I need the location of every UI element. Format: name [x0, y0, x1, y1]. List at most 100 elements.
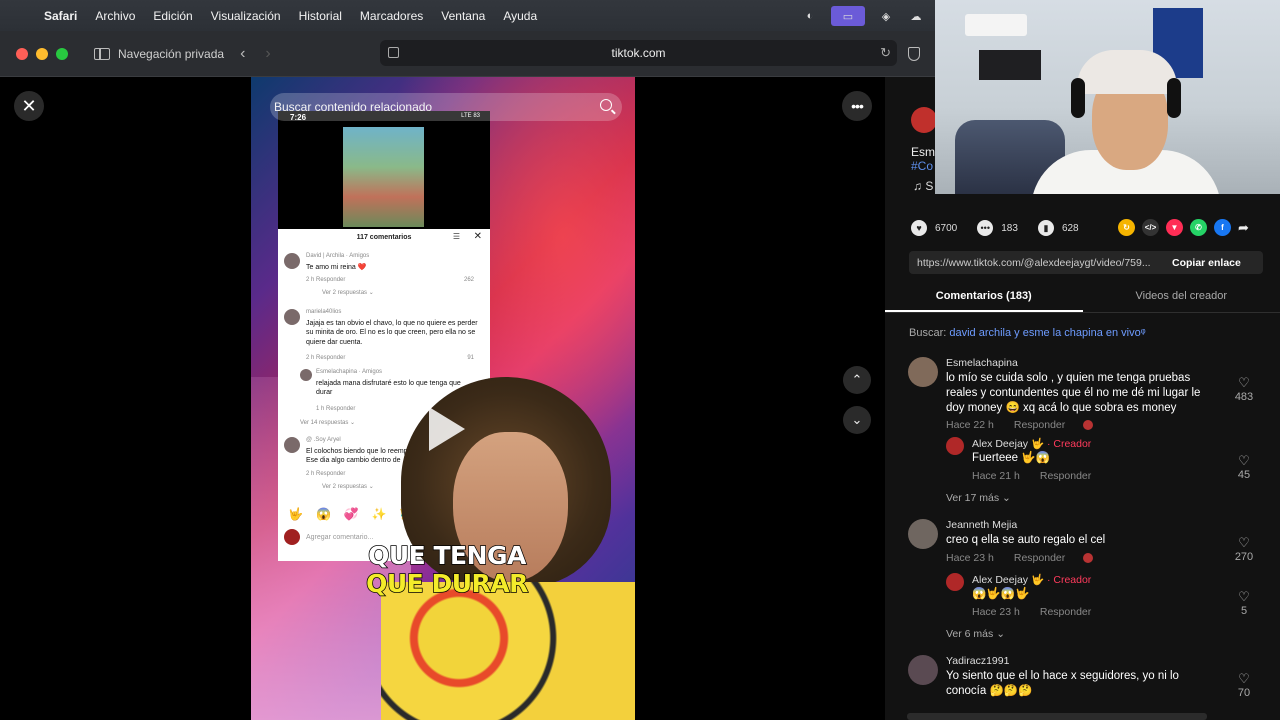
- comment-like-count: 70: [1237, 687, 1251, 699]
- likes-count: 6700: [935, 222, 958, 234]
- embed-icon[interactable]: </>: [1142, 219, 1159, 236]
- play-icon[interactable]: [429, 407, 465, 451]
- window-controls: [16, 47, 68, 60]
- description-hashtag[interactable]: #Co: [911, 159, 933, 173]
- more-options-button[interactable]: •••: [842, 91, 872, 121]
- address-bar[interactable]: tiktok.com ↻: [380, 40, 897, 66]
- search-icon[interactable]: [600, 99, 612, 111]
- heart-icon[interactable]: ♥: [911, 220, 927, 236]
- whatsapp-icon[interactable]: ✆: [1190, 219, 1207, 236]
- bookmark-icon[interactable]: ▮: [1037, 220, 1054, 236]
- comment-author[interactable]: Alex Deejay 🤟 · Creador: [972, 573, 1091, 586]
- network-icon[interactable]: ◈: [877, 7, 895, 25]
- back-button[interactable]: ‹: [240, 45, 245, 63]
- phone-comment: mariela40lios Jajaja es tan obvio el cha…: [284, 309, 484, 369]
- comment-like[interactable]: ♡ 5: [1232, 589, 1256, 617]
- send-icon[interactable]: ▼: [1166, 219, 1183, 236]
- comment-like[interactable]: ♡ 483: [1232, 375, 1256, 403]
- phone-emoji-row: 🤟 😱 💞 ✨ 👑: [288, 507, 415, 521]
- avatar[interactable]: [908, 519, 938, 549]
- tab-creator-videos[interactable]: Videos del creador: [1083, 283, 1280, 312]
- reply-button[interactable]: Responder: [1040, 606, 1091, 618]
- caption-line-2: QUE DURAR: [365, 569, 529, 599]
- video-frame[interactable]: 7:26 LTE 83 117 comentarios ☰ ✕ David | …: [251, 77, 635, 720]
- menu-safari[interactable]: Safari: [44, 9, 77, 23]
- phone-comment-meta: 2 h Responder: [306, 277, 346, 283]
- privacy-report-icon[interactable]: [908, 47, 920, 61]
- reply-button[interactable]: Responder: [1014, 552, 1065, 564]
- menu-ventana[interactable]: Ventana: [441, 9, 485, 23]
- address-text: tiktok.com: [611, 46, 666, 60]
- browser-toolbar: Navegación privada ‹ › tiktok.com ↻: [0, 31, 935, 77]
- air-conditioner: [965, 14, 1027, 36]
- page-menu-icon[interactable]: [388, 47, 399, 58]
- share-row: ↻ </> ▼ ✆ f ➦: [1118, 219, 1249, 236]
- zoom-window-button[interactable]: [56, 47, 68, 60]
- tab-comments[interactable]: Comentarios (183): [885, 283, 1083, 312]
- facebook-icon[interactable]: f: [1214, 219, 1231, 236]
- view-more-replies-button[interactable]: Ver 6 más ⌄: [946, 628, 1005, 640]
- cloud-icon[interactable]: ☁: [907, 7, 925, 25]
- previous-video-button[interactable]: ⌃: [843, 366, 871, 394]
- video-link[interactable]: https://www.tiktok.com/@alexdeejaygt/vid…: [917, 257, 1160, 269]
- menu-archivo[interactable]: Archivo: [95, 9, 135, 23]
- share-arrow-icon[interactable]: ➦: [1238, 220, 1249, 236]
- status-globe-icon[interactable]: ◐: [801, 7, 819, 25]
- menu-marcadores[interactable]: Marcadores: [360, 9, 423, 23]
- forward-button[interactable]: ›: [265, 45, 270, 63]
- heart-icon[interactable]: ♡: [1232, 671, 1256, 687]
- phone-comment-meta: 2 h Responder: [306, 355, 346, 361]
- minimize-window-button[interactable]: [36, 47, 48, 60]
- phone-filter-icon: ☰: [452, 232, 460, 241]
- search-suggestion-query[interactable]: david archila y esme la chapina en vivo: [949, 327, 1140, 339]
- comment-author[interactable]: Yadiracz1991: [946, 655, 1009, 667]
- menu-visualizacion[interactable]: Visualización: [211, 9, 281, 23]
- menu-historial[interactable]: Historial: [299, 9, 342, 23]
- close-window-button[interactable]: [16, 47, 28, 60]
- phone-comment-text: El colochos biendo que lo reemp Ese dia …: [306, 448, 408, 465]
- author-avatar[interactable]: [911, 107, 937, 133]
- reply-button[interactable]: Responder: [1014, 419, 1065, 431]
- menu-edicion[interactable]: Edición: [153, 9, 192, 23]
- comment-like[interactable]: ♡ 270: [1232, 535, 1256, 563]
- comment-like[interactable]: ♡ 45: [1232, 453, 1256, 481]
- view-more-replies-button[interactable]: Ver 17 más ⌄: [946, 492, 1011, 504]
- phone-avatar: [284, 253, 300, 269]
- comment-time: Hace 23 h: [972, 606, 1020, 618]
- music-label[interactable]: ♫ S: [913, 179, 933, 193]
- next-video-button[interactable]: ⌄: [843, 406, 871, 434]
- comment-input-edge[interactable]: [907, 713, 1207, 720]
- search-suggestion[interactable]: Buscar: david archila y esme la chapina …: [909, 327, 1146, 339]
- avatar[interactable]: [908, 655, 938, 685]
- creator-badge: · Creador: [1046, 438, 1092, 450]
- heart-icon[interactable]: ♡: [1232, 453, 1256, 469]
- comment-meta: Hace 22 h Responder: [946, 419, 1094, 431]
- repost-icon[interactable]: ↻: [1118, 219, 1135, 236]
- reply-button[interactable]: Responder: [1040, 470, 1091, 482]
- phone-emoji: 🤟: [288, 507, 303, 521]
- comment-icon[interactable]: •••: [977, 220, 994, 236]
- menu-ayuda[interactable]: Ayuda: [503, 9, 537, 23]
- comment-meta: Hace 23 h Responder: [946, 552, 1094, 564]
- comment-author[interactable]: Esmelachapina: [946, 357, 1018, 369]
- webcam-overlay: [935, 0, 1280, 194]
- comment-author[interactable]: Alex Deejay 🤟 · Creador: [972, 437, 1091, 450]
- screen-record-icon[interactable]: ▭: [831, 6, 865, 26]
- sidebar-toggle-icon[interactable]: [94, 47, 110, 60]
- copy-link-button[interactable]: Copiar enlace: [1172, 257, 1241, 269]
- comment-author[interactable]: Jeanneth Mejia: [946, 519, 1017, 531]
- avatar[interactable]: [946, 437, 964, 455]
- avatar[interactable]: [908, 357, 938, 387]
- phone-more-replies: Ver 2 respuestas ⌄: [322, 290, 374, 296]
- related-search-input[interactable]: Buscar contenido relacionado: [270, 93, 622, 121]
- heart-icon[interactable]: ♡: [1232, 589, 1256, 605]
- close-video-button[interactable]: ✕: [14, 91, 44, 121]
- avatar[interactable]: [946, 573, 964, 591]
- heart-icon[interactable]: ♡: [1232, 535, 1256, 551]
- phone-comment-text: Te amo mi reina ❤️: [306, 264, 367, 271]
- heart-icon[interactable]: ♡: [1232, 375, 1256, 391]
- reload-icon[interactable]: ↻: [880, 45, 891, 61]
- panel-tabs: Comentarios (183) Videos del creador: [885, 283, 1280, 313]
- phone-close-icon: ✕: [473, 231, 482, 242]
- comment-like[interactable]: ♡ 70: [1232, 671, 1256, 699]
